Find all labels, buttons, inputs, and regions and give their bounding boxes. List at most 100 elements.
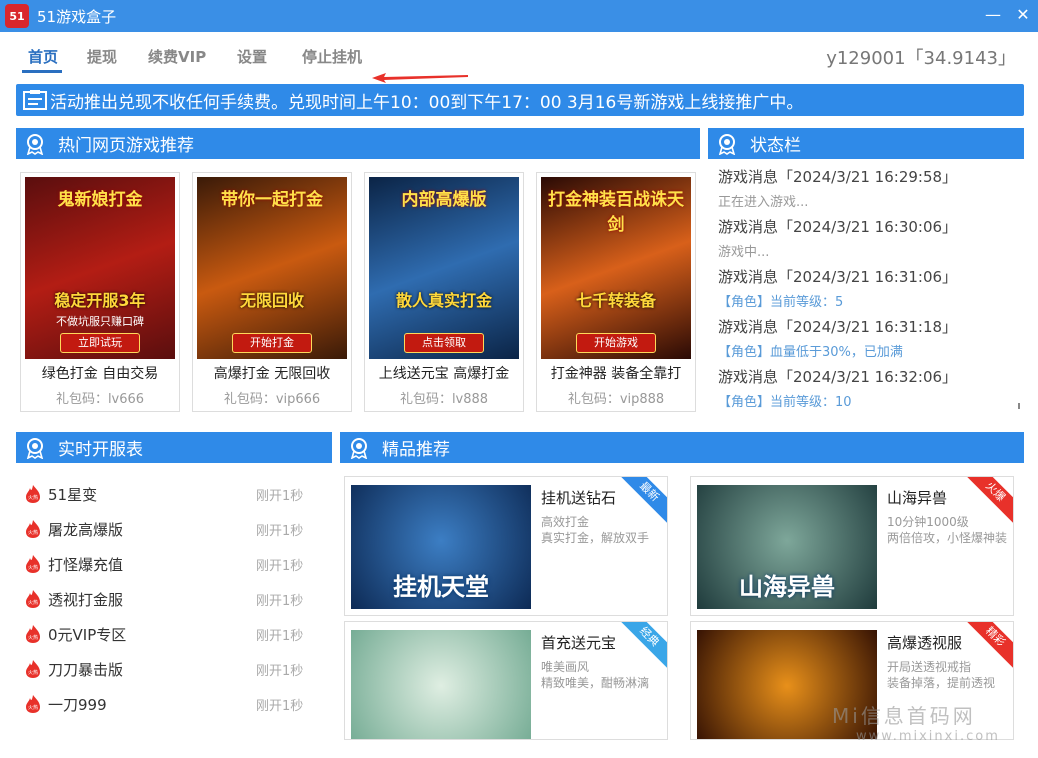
premium-feature: 开局送透视戒指: [887, 660, 972, 674]
award-icon: [26, 437, 44, 459]
server-open-time: 刚开1秒: [256, 699, 304, 714]
status-header: 状态栏: [708, 128, 1024, 159]
premium-card[interactable]: 挂机天堂 挂机送钻石高效打金真实打金，解放双手 最新: [344, 476, 668, 616]
status-message-detail: 游戏中...: [718, 245, 770, 260]
fire-icon: 火热: [26, 695, 40, 713]
watermark-url: www.mixinxi.com: [856, 729, 1000, 744]
title-bar: 51 51游戏盒子 — ✕: [0, 0, 1038, 32]
server-row[interactable]: 火热 刀刀暴击版 刚开1秒: [24, 657, 314, 681]
status-message: 游戏消息「2024/3/21 16:31:18」 【角色】血量低于30%，已加满: [718, 316, 957, 360]
fire-label: 火热: [28, 704, 38, 711]
premium-description: 真实打金，解放双手: [541, 531, 650, 545]
nav-active-indicator: [22, 70, 62, 73]
fire-icon: 火热: [26, 660, 40, 678]
status-message-detail: 【角色】当前等级：10: [718, 395, 852, 410]
server-row[interactable]: 火热 0元VIP专区 刚开1秒: [24, 622, 314, 646]
premium-description: 两倍倍攻，小怪爆神装: [887, 531, 1008, 545]
premium-banner[interactable]: [351, 630, 531, 739]
premium-feature: 高效打金: [541, 515, 590, 529]
fire-label: 火热: [28, 599, 38, 606]
server-open-time: 刚开1秒: [256, 524, 304, 539]
watermark: Mi信息首码网 www.mixinxi.com: [832, 700, 1000, 744]
server-row[interactable]: 火热 一刀999 刚开1秒: [24, 692, 314, 716]
status-message-title: 游戏消息「2024/3/21 16:31:18」: [718, 318, 958, 336]
minimize-button[interactable]: —: [982, 4, 1004, 26]
hot-games-header: 热门网页游戏推荐: [16, 128, 700, 159]
status-message-title: 游戏消息「2024/3/21 16:29:58」: [718, 168, 958, 186]
server-name[interactable]: 一刀999: [48, 694, 107, 715]
server-name[interactable]: 屠龙高爆版: [48, 519, 123, 540]
premium-feature: 10分钟1000级: [887, 515, 969, 529]
status-message: 游戏消息「2024/3/21 16:29:58」 正在进入游戏...: [718, 166, 957, 210]
status-message-title: 游戏消息「2024/3/21 16:30:06」: [718, 218, 958, 236]
fire-label: 火热: [28, 669, 38, 676]
fire-icon: 火热: [26, 555, 40, 573]
premium-title[interactable]: 高爆透视服: [887, 632, 962, 653]
server-row[interactable]: 火热 透视打金服 刚开1秒: [24, 587, 314, 611]
nav-settings[interactable]: 设置: [237, 46, 267, 67]
premium-header: 精品推荐: [340, 432, 1024, 463]
server-row[interactable]: 火热 打怪爆充值 刚开1秒: [24, 552, 314, 576]
status-message: 游戏消息「2024/3/21 16:32:06」 【角色】当前等级：10: [718, 366, 957, 410]
nav-home[interactable]: 首页: [28, 46, 58, 67]
fire-icon: 火热: [26, 520, 40, 538]
server-row[interactable]: 火热 51星变 刚开1秒: [24, 482, 314, 506]
premium-ribbon: 最新: [614, 477, 667, 527]
main-nav: 首页 提现 续费VIP 设置 停止挂机 y129001「34.9143」: [0, 32, 1038, 83]
server-open-time: 刚开1秒: [256, 489, 304, 504]
status-message-title: 游戏消息「2024/3/21 16:31:06」: [718, 268, 958, 286]
app-logo: 51: [5, 4, 29, 28]
premium-banner-text: 山海异兽: [739, 573, 835, 601]
premium-title[interactable]: 首充送元宝: [541, 632, 616, 653]
nav-withdraw[interactable]: 提现: [87, 46, 117, 67]
premium-banner-text: 挂机天堂: [393, 573, 489, 601]
servers-title: 实时开服表: [58, 440, 143, 460]
user-balance: y129001「34.9143」: [826, 48, 1016, 69]
premium-description: 精致唯美，酣畅淋漓: [541, 676, 650, 690]
server-open-time: 刚开1秒: [256, 559, 304, 574]
award-icon: [718, 133, 736, 155]
server-name[interactable]: 透视打金服: [48, 589, 123, 610]
fire-label: 火热: [28, 494, 38, 501]
fire-icon: 火热: [26, 590, 40, 608]
scrollbar-thumb[interactable]: [1018, 403, 1020, 409]
servers-header: 实时开服表: [16, 432, 332, 463]
premium-banner[interactable]: 挂机天堂: [351, 485, 531, 609]
fire-icon: 火热: [26, 485, 40, 503]
server-name[interactable]: 0元VIP专区: [48, 624, 126, 645]
premium-description: 装备掉落，提前透视: [887, 676, 996, 690]
server-open-time: 刚开1秒: [256, 594, 304, 609]
award-icon: [26, 133, 44, 155]
watermark-name: Mi信息首码网: [832, 704, 976, 728]
fire-icon: 火热: [26, 625, 40, 643]
premium-card[interactable]: 首充送元宝唯美画风精致唯美，酣畅淋漓 经典: [344, 621, 668, 740]
server-row[interactable]: 火热 屠龙高爆版 刚开1秒: [24, 517, 314, 541]
notice-icon: [23, 90, 47, 110]
server-name[interactable]: 51星变: [48, 484, 97, 505]
nav-stop-autoplay[interactable]: 停止挂机: [302, 46, 362, 67]
premium-banner[interactable]: 山海异兽: [697, 485, 877, 609]
premium-title[interactable]: 挂机送钻石: [541, 487, 616, 508]
status-message-detail: 正在进入游戏...: [718, 195, 809, 210]
server-open-time: 刚开1秒: [256, 664, 304, 679]
fire-label: 火热: [28, 529, 38, 536]
arrow-annotation-icon: [372, 73, 468, 83]
status-title: 状态栏: [750, 136, 801, 156]
status-message: 游戏消息「2024/3/21 16:31:06」 【角色】当前等级：5: [718, 266, 957, 310]
close-button[interactable]: ✕: [1012, 4, 1034, 26]
premium-feature: 唯美画风: [541, 660, 590, 674]
fire-label: 火热: [28, 634, 38, 641]
fire-label: 火热: [28, 564, 38, 571]
nav-renew-vip[interactable]: 续费VIP: [148, 46, 206, 67]
server-name[interactable]: 刀刀暴击版: [48, 659, 123, 680]
premium-ribbon: 经典: [614, 622, 667, 672]
premium-title[interactable]: 山海异兽: [887, 487, 947, 508]
premium-card[interactable]: 山海异兽 山海异兽 10分钟1000级 两倍倍攻，小怪爆神装 火爆: [690, 476, 1014, 616]
award-icon: [350, 437, 368, 459]
notice-bar: 活动推出兑现不收任何手续费。兑现时间上午10：00到下午17：00 3月16号新…: [16, 84, 1024, 116]
status-message-title: 游戏消息「2024/3/21 16:32:06」: [718, 368, 958, 386]
status-message-detail: 【角色】当前等级：5: [718, 295, 844, 310]
server-name[interactable]: 打怪爆充值: [48, 554, 123, 575]
notice-text: 活动推出兑现不收任何手续费。兑现时间上午10：00到下午17：00 3月16号新…: [50, 93, 804, 113]
hot-games-title: 热门网页游戏推荐: [58, 136, 194, 156]
